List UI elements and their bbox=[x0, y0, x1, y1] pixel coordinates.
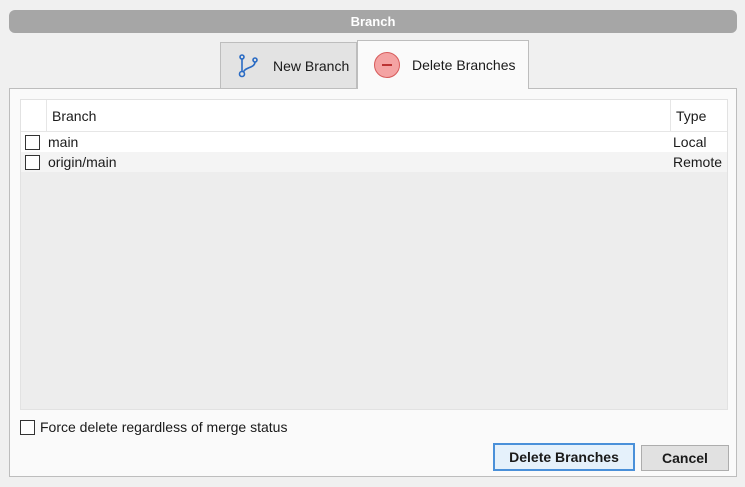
delete-branches-button[interactable]: Delete Branches bbox=[493, 443, 635, 471]
branch-table: Branch Type main Local origin/main Remot… bbox=[20, 99, 728, 410]
force-delete-option[interactable]: Force delete regardless of merge status bbox=[20, 419, 287, 435]
git-branch-icon bbox=[238, 53, 258, 77]
force-delete-checkbox[interactable] bbox=[20, 419, 35, 435]
branch-type: Local bbox=[673, 134, 707, 150]
branch-type: Remote bbox=[673, 154, 723, 170]
tab-new-branch[interactable]: New Branch bbox=[220, 42, 357, 88]
tab-label: New Branch bbox=[273, 57, 350, 74]
table-header: Branch Type bbox=[21, 100, 727, 132]
tab-delete-branches[interactable]: Delete Branches bbox=[357, 40, 529, 89]
header-check-column bbox=[21, 100, 47, 131]
force-delete-label: Force delete regardless of merge status bbox=[40, 419, 288, 435]
minus-circle-icon bbox=[374, 52, 400, 78]
delete-branches-panel: Branch Type main Local origin/main Remot… bbox=[9, 88, 737, 477]
window-title: Branch bbox=[9, 10, 737, 33]
row-checkbox[interactable] bbox=[25, 134, 40, 150]
branch-name: origin/main bbox=[48, 154, 117, 170]
table-row[interactable]: main Local bbox=[21, 132, 727, 152]
column-header-branch[interactable]: Branch bbox=[47, 100, 671, 131]
tab-label: Delete Branches bbox=[412, 57, 516, 73]
row-checkbox[interactable] bbox=[25, 154, 40, 170]
column-header-type[interactable]: Type bbox=[671, 100, 727, 131]
branch-name: main bbox=[48, 134, 79, 150]
table-row[interactable]: origin/main Remote bbox=[21, 152, 727, 172]
cancel-button[interactable]: Cancel bbox=[641, 445, 729, 471]
